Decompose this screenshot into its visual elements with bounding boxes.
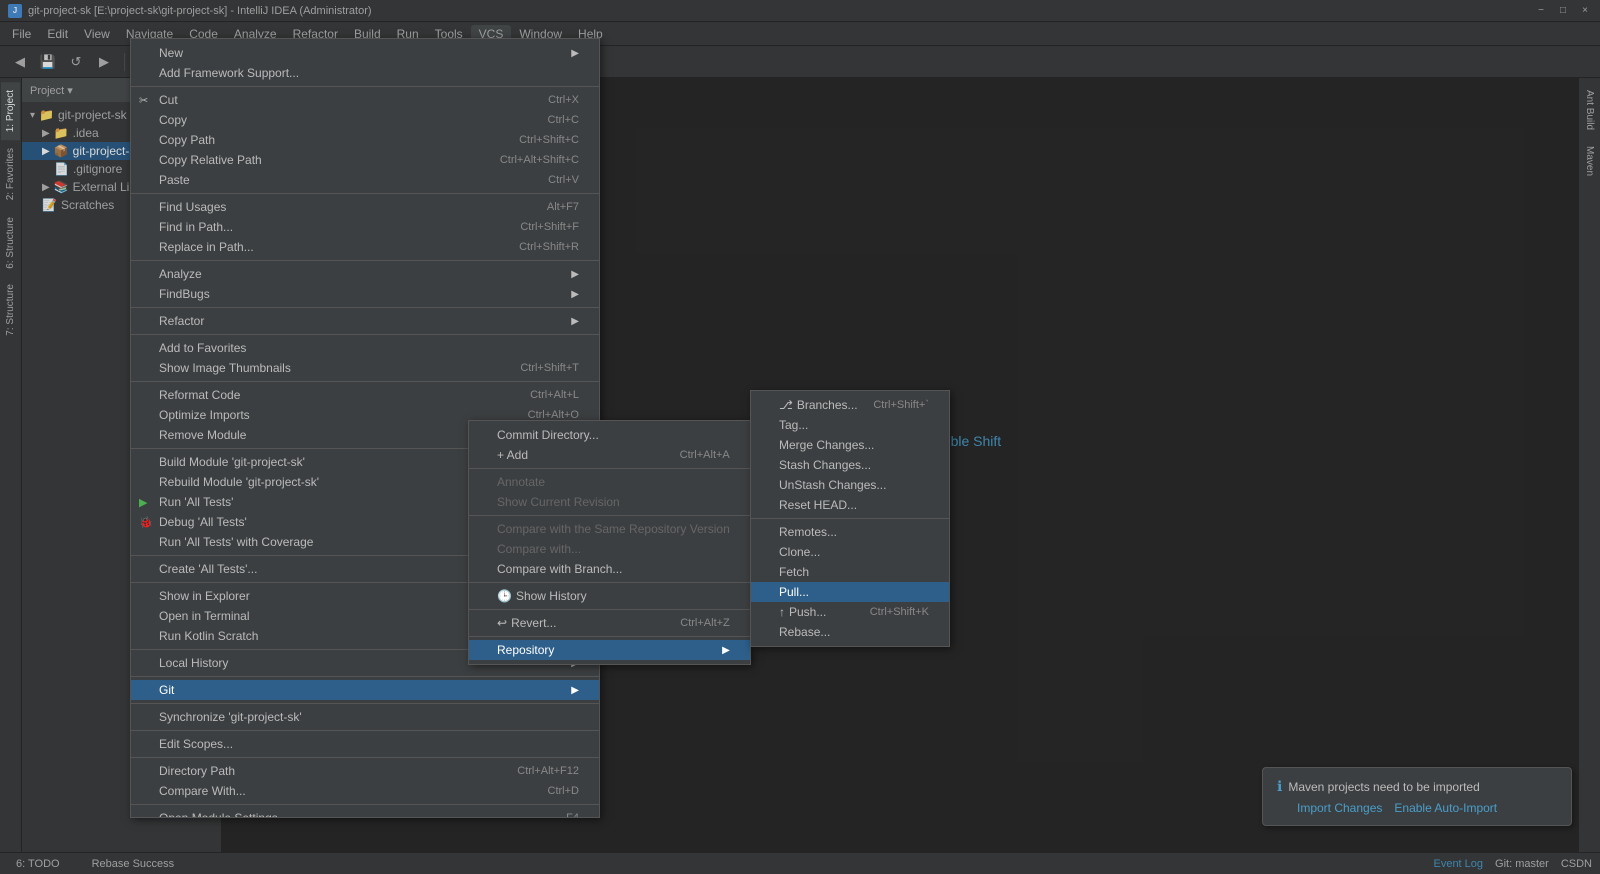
cut-icon: ✂ (139, 94, 148, 107)
ctx-findbugs[interactable]: FindBugs ▶ (131, 284, 599, 304)
ctx-copy-relative-path[interactable]: Copy Relative Path Ctrl+Alt+Shift+C (131, 150, 599, 170)
ctx-new-arrow: ▶ (571, 48, 579, 59)
ctx-synchronize[interactable]: Synchronize 'git-project-sk' (131, 707, 599, 727)
git-show-revision: Show Current Revision (469, 492, 750, 512)
ctx-sep-11 (131, 676, 599, 677)
git-repository[interactable]: Repository ▶ (469, 640, 750, 660)
ctx-replace-in-path[interactable]: Replace in Path... Ctrl+Shift+R (131, 237, 599, 257)
git-compare-with: Compare with... (469, 539, 750, 559)
ctx-add-favorites[interactable]: Add to Favorites (131, 338, 599, 358)
history-icon: 🕒 (497, 589, 512, 603)
ctx-module-settings[interactable]: Open Module Settings F4 (131, 808, 599, 818)
git-submenu: Commit Directory... + Add Ctrl+Alt+A Ann… (468, 420, 751, 665)
ctx-sep-4 (131, 307, 599, 308)
ctx-sep-6 (131, 381, 599, 382)
repo-push[interactable]: ↑ Push... Ctrl+Shift+K (751, 602, 949, 622)
repo-remotes[interactable]: Remotes... (751, 522, 949, 542)
ctx-sep-15 (131, 804, 599, 805)
repo-unstash[interactable]: UnStash Changes... (751, 475, 949, 495)
ctx-paste[interactable]: Paste Ctrl+V (131, 170, 599, 190)
repo-tag[interactable]: Tag... (751, 415, 949, 435)
git-sep-3 (469, 582, 750, 583)
git-commit-dir[interactable]: Commit Directory... (469, 425, 750, 445)
git-compare-same: Compare with the Same Repository Version (469, 519, 750, 539)
ctx-find-in-path[interactable]: Find in Path... Ctrl+Shift+F (131, 217, 599, 237)
ctx-sep-5 (131, 334, 599, 335)
ctx-sep-1 (131, 86, 599, 87)
ctx-compare-with[interactable]: Compare With... Ctrl+D (131, 781, 599, 801)
maven-notification: ℹ Maven projects need to be imported Imp… (1262, 767, 1572, 826)
ctx-git[interactable]: Git ▶ (131, 680, 599, 700)
ctx-sep-12 (131, 703, 599, 704)
ctx-reformat[interactable]: Reformat Code Ctrl+Alt+L (131, 385, 599, 405)
ctx-sep-14 (131, 757, 599, 758)
git-sep-1 (469, 468, 750, 469)
ctx-add-framework[interactable]: Add Framework Support... (131, 63, 599, 83)
info-icon: ℹ (1277, 778, 1282, 795)
import-changes-link[interactable]: Import Changes (1297, 801, 1382, 815)
ctx-show-thumbnails[interactable]: Show Image Thumbnails Ctrl+Shift+T (131, 358, 599, 378)
ctx-analyze[interactable]: Analyze ▶ (131, 264, 599, 284)
git-revert[interactable]: ↩ Revert... Ctrl+Alt+Z (469, 613, 750, 633)
revert-icon: ↩ (497, 616, 507, 630)
ctx-find-usages[interactable]: Find Usages Alt+F7 (131, 197, 599, 217)
repo-reset-head[interactable]: Reset HEAD... (751, 495, 949, 515)
ctx-sep-13 (131, 730, 599, 731)
ctx-sep-3 (131, 260, 599, 261)
repo-clone[interactable]: Clone... (751, 542, 949, 562)
ctx-dir-path[interactable]: Directory Path Ctrl+Alt+F12 (131, 761, 599, 781)
ctx-copy[interactable]: Copy Ctrl+C (131, 110, 599, 130)
repo-branches[interactable]: ⎇ Branches... Ctrl+Shift+` (751, 395, 949, 415)
ctx-sep-2 (131, 193, 599, 194)
ctx-cut[interactable]: ✂ Cut Ctrl+X (131, 90, 599, 110)
maven-notif-actions: Import Changes Enable Auto-Import (1277, 801, 1557, 815)
debug-icon: 🐞 (139, 516, 153, 529)
ctx-edit-scopes[interactable]: Edit Scopes... (131, 734, 599, 754)
run-icon: ▶ (139, 496, 147, 509)
repo-fetch[interactable]: Fetch (751, 562, 949, 582)
repo-merge[interactable]: Merge Changes... (751, 435, 949, 455)
maven-notif-header: ℹ Maven projects need to be imported (1277, 778, 1557, 795)
repo-submenu: ⎇ Branches... Ctrl+Shift+` Tag... Merge … (750, 390, 950, 647)
branch-icon: ⎇ (779, 398, 793, 412)
repo-pull[interactable]: Pull... (751, 582, 949, 602)
ctx-refactor[interactable]: Refactor ▶ (131, 311, 599, 331)
git-compare-branch[interactable]: Compare with Branch... (469, 559, 750, 579)
git-show-history[interactable]: 🕒 Show History (469, 586, 750, 606)
git-sep-5 (469, 636, 750, 637)
maven-notif-message: Maven projects need to be imported (1288, 780, 1479, 794)
ctx-copy-path[interactable]: Copy Path Ctrl+Shift+C (131, 130, 599, 150)
push-icon: ↑ (779, 605, 785, 619)
repo-sep-1 (751, 518, 949, 519)
git-annotate: Annotate (469, 472, 750, 492)
git-sep-2 (469, 515, 750, 516)
repo-rebase[interactable]: Rebase... (751, 622, 949, 642)
ctx-new[interactable]: New ▶ (131, 43, 599, 63)
git-add[interactable]: + Add Ctrl+Alt+A (469, 445, 750, 465)
git-sep-4 (469, 609, 750, 610)
enable-auto-import-link[interactable]: Enable Auto-Import (1394, 801, 1497, 815)
repo-stash[interactable]: Stash Changes... (751, 455, 949, 475)
